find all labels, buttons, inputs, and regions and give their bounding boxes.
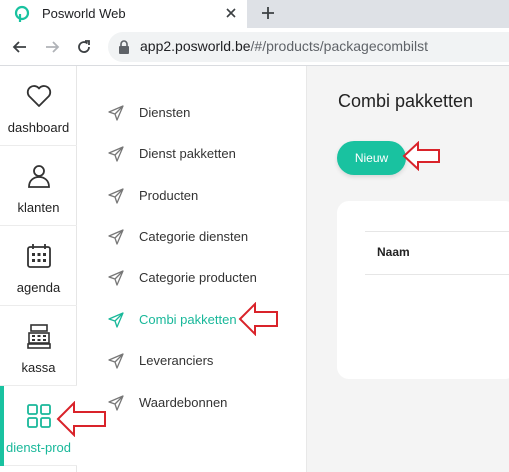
sidebar-item-label: klanten bbox=[17, 200, 60, 215]
sidebar-item-agenda[interactable]: agenda bbox=[0, 226, 77, 306]
send-icon bbox=[108, 188, 124, 204]
submenu-item-label: Diensten bbox=[139, 105, 191, 120]
column-header-naam[interactable]: Naam bbox=[377, 245, 410, 259]
user-icon bbox=[28, 165, 50, 188]
new-tab-plus-icon[interactable] bbox=[259, 4, 277, 22]
submenu-item-dienst-pakketten[interactable]: Dienst pakketten bbox=[77, 134, 307, 174]
submenu-item-label: Leveranciers bbox=[139, 353, 214, 368]
sidebar-item-label: dashboard bbox=[7, 120, 70, 135]
submenu-item-label: Categorie diensten bbox=[139, 229, 249, 244]
submenu-item-diensten[interactable]: Diensten bbox=[77, 93, 307, 133]
submenu-item-categorie-producten[interactable]: Categorie producten bbox=[77, 258, 307, 298]
table-header: Naam bbox=[365, 231, 509, 275]
submenu-item-leveranciers[interactable]: Leveranciers bbox=[77, 341, 307, 381]
lock-icon bbox=[119, 40, 129, 54]
send-icon bbox=[108, 353, 124, 369]
back-arrow-icon[interactable] bbox=[10, 37, 30, 57]
new-button[interactable]: Nieuw bbox=[337, 141, 406, 175]
sidebar-item-label: agenda bbox=[16, 280, 61, 295]
browser-tab-bar: Posworld Web bbox=[0, 0, 509, 28]
submenu-item-label: Combi pakketten bbox=[139, 312, 237, 327]
browser-tab[interactable]: Posworld Web bbox=[0, 0, 247, 28]
submenu-item-producten[interactable]: Producten bbox=[77, 176, 307, 216]
annotation-arrow-icon bbox=[402, 141, 440, 171]
heart-icon bbox=[26, 85, 52, 107]
sidebar-item-label: dienst-prod bbox=[5, 440, 72, 455]
submenu-item-label: Categorie producten bbox=[139, 270, 257, 285]
annotation-arrow-icon bbox=[238, 302, 278, 336]
address-bar: app2.posworld.be/#/products/packagecombi… bbox=[0, 28, 509, 66]
close-icon[interactable] bbox=[223, 5, 239, 21]
submenu-item-label: Waardebonnen bbox=[139, 395, 228, 410]
annotation-arrow-icon bbox=[56, 401, 106, 437]
send-icon bbox=[108, 270, 124, 286]
tab-title: Posworld Web bbox=[42, 6, 126, 21]
url-path: /#/products/packagecombilst bbox=[250, 38, 428, 54]
submenu-item-label: Producten bbox=[139, 188, 199, 203]
reload-icon[interactable] bbox=[74, 37, 94, 57]
sidebar-item-label: kassa bbox=[21, 360, 56, 375]
url-host: app2.posworld.be bbox=[140, 38, 251, 54]
submenu-item-waardebonnen[interactable]: Waardebonnen bbox=[77, 383, 307, 423]
send-icon bbox=[108, 312, 124, 328]
sidebar-item-klanten[interactable]: klanten bbox=[0, 146, 77, 226]
submenu-item-categorie-diensten[interactable]: Categorie diensten bbox=[77, 217, 307, 257]
sidebar-item-dashboard[interactable]: dashboard bbox=[0, 66, 77, 146]
forward-arrow-icon[interactable] bbox=[42, 37, 62, 57]
page-title: Combi pakketten bbox=[338, 91, 474, 111]
cash-register-icon bbox=[27, 324, 51, 349]
sidebar-item-kassa[interactable]: kassa bbox=[0, 306, 77, 386]
send-icon bbox=[108, 146, 124, 162]
calendar-icon bbox=[27, 244, 51, 268]
send-icon bbox=[108, 229, 124, 245]
send-icon bbox=[108, 395, 124, 411]
table-card: Naam bbox=[337, 201, 509, 379]
main-content: Combi pakketten Nieuw Naam bbox=[307, 66, 509, 472]
submenu-panel: Diensten Dienst pakketten Producten Cate… bbox=[77, 66, 307, 472]
posworld-logo-icon bbox=[14, 5, 30, 22]
submenu-item-label: Dienst pakketten bbox=[139, 146, 236, 161]
grid-icon bbox=[27, 404, 51, 428]
send-icon bbox=[108, 105, 124, 121]
url-text[interactable]: app2.posworld.be/#/products/packagecombi… bbox=[140, 38, 428, 54]
